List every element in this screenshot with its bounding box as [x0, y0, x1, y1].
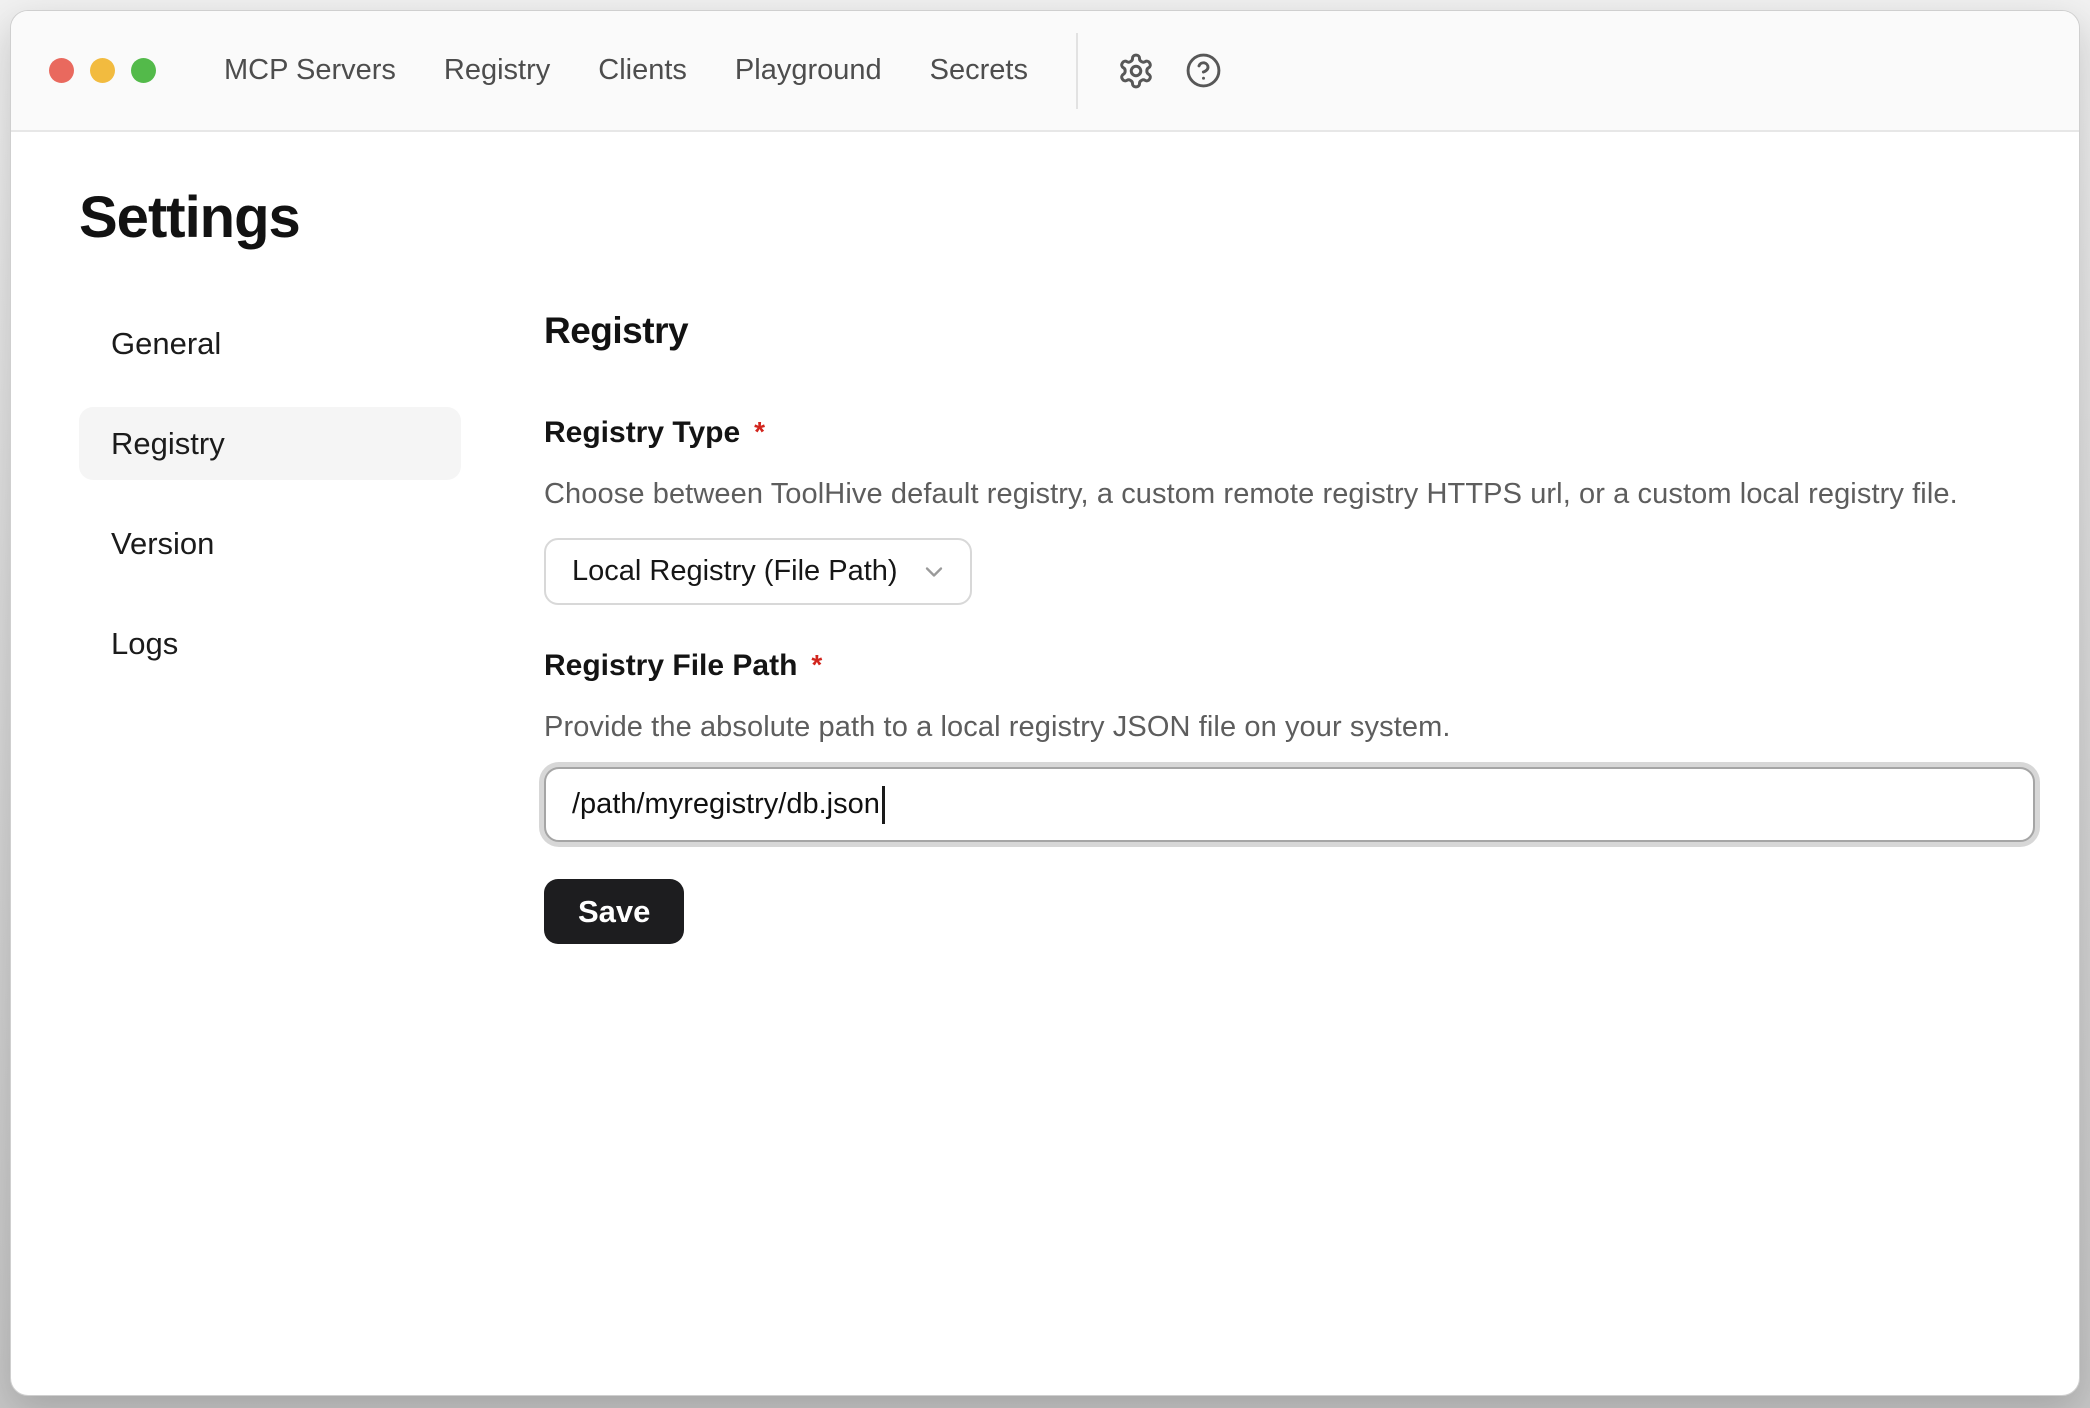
registry-file-path-description: Provide the absolute path to a local reg…: [544, 711, 2035, 744]
required-asterisk: *: [754, 416, 765, 448]
settings-gear-icon: [1117, 52, 1155, 90]
registry-type-description: Choose between ToolHive default registry…: [544, 478, 2035, 511]
registry-type-select[interactable]: Local Registry (File Path): [544, 538, 972, 605]
main-nav: MCP Servers Registry Clients Playground …: [224, 54, 1028, 87]
nav-item-registry[interactable]: Registry: [444, 54, 550, 87]
nav-item-clients[interactable]: Clients: [598, 54, 687, 87]
zoom-window-button[interactable]: [131, 58, 156, 83]
nav-item-playground[interactable]: Playground: [735, 54, 882, 87]
registry-file-path-label: Registry File Path *: [544, 649, 2035, 683]
registry-type-label: Registry Type *: [544, 416, 2035, 450]
app-window: MCP Servers Registry Clients Playground …: [10, 10, 2080, 1396]
sidebar-item-general[interactable]: General: [79, 307, 461, 380]
titlebar: MCP Servers Registry Clients Playground …: [11, 11, 2079, 132]
sidebar-item-registry[interactable]: Registry: [79, 407, 461, 480]
sidebar-item-version[interactable]: Version: [79, 507, 461, 580]
text-cursor: [882, 786, 885, 824]
required-asterisk: *: [811, 649, 822, 681]
registry-type-label-text: Registry Type: [544, 416, 740, 450]
nav-item-secrets[interactable]: Secrets: [930, 54, 1028, 87]
registry-file-path-input[interactable]: /path/myregistry/db.json: [544, 767, 2035, 842]
traffic-lights: [49, 58, 156, 83]
sidebar-item-logs[interactable]: Logs: [79, 607, 461, 680]
panel-title: Registry: [544, 310, 2035, 352]
settings-page: Settings General Registry Version Logs R…: [11, 132, 2079, 1395]
save-button[interactable]: Save: [544, 879, 684, 944]
help-button[interactable]: [1176, 43, 1232, 99]
registry-file-path-value: /path/myregistry/db.json: [572, 788, 880, 821]
settings-sidebar: General Registry Version Logs: [79, 307, 461, 944]
minimize-window-button[interactable]: [90, 58, 115, 83]
page-title: Settings: [79, 184, 2021, 251]
registry-file-path-label-text: Registry File Path: [544, 649, 797, 683]
close-window-button[interactable]: [49, 58, 74, 83]
help-icon: [1185, 52, 1222, 89]
nav-item-mcp-servers[interactable]: MCP Servers: [224, 54, 396, 87]
chevron-down-icon: [920, 558, 948, 586]
settings-button[interactable]: [1108, 43, 1164, 99]
titlebar-divider: [1076, 33, 1078, 109]
registry-type-selected-option: Local Registry (File Path): [572, 555, 898, 588]
registry-settings-panel: Registry Registry Type * Choose between …: [461, 307, 2035, 944]
